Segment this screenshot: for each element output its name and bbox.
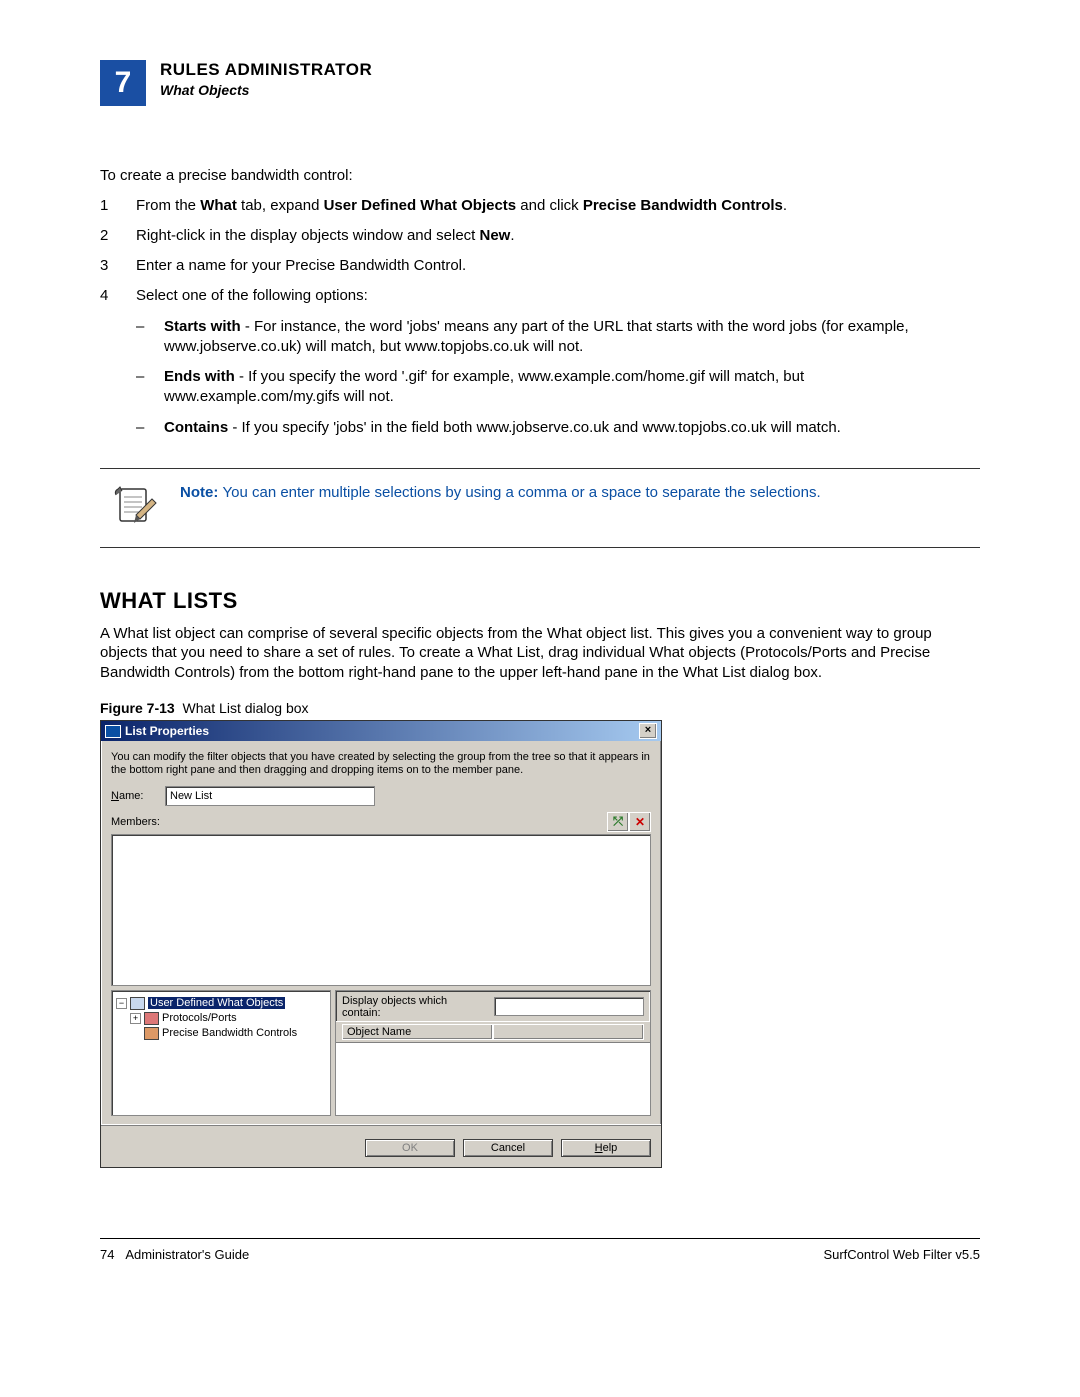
- bullet-dash: –: [136, 418, 150, 438]
- bullet-dash: –: [136, 367, 150, 408]
- note-box: Note: You can enter multiple selections …: [100, 468, 980, 548]
- dialog-titlebar[interactable]: List Properties ×: [101, 721, 661, 741]
- column-header-empty[interactable]: [493, 1024, 644, 1040]
- list-properties-dialog: List Properties × You can modify the fil…: [100, 720, 662, 1167]
- filter-input[interactable]: [494, 997, 644, 1016]
- objects-list[interactable]: [336, 1043, 650, 1115]
- step-number: 4: [100, 286, 118, 448]
- page-footer: 74 Administrator's Guide SurfControl Web…: [100, 1238, 980, 1262]
- objects-list-pane: Display objects which contain: Object Na…: [335, 990, 651, 1116]
- option-text: Starts with - For instance, the word 'jo…: [164, 317, 980, 358]
- options-sublist: – Starts with - For instance, the word '…: [136, 317, 980, 438]
- intro-text: To create a precise bandwidth control:: [100, 166, 980, 186]
- section-heading: WHAT LISTS: [100, 588, 980, 614]
- dialog-description: You can modify the filter objects that y…: [111, 751, 651, 777]
- step-text: Select one of the following options:: [136, 287, 368, 304]
- step-text: Enter a name for your Precise Bandwidth …: [136, 256, 466, 276]
- remove-member-icon[interactable]: ✕: [629, 812, 651, 832]
- protocols-icon: [144, 1012, 159, 1025]
- tree-item-bandwidth[interactable]: Precise Bandwidth Controls: [162, 1027, 297, 1039]
- tree-expand-icon[interactable]: +: [130, 1013, 141, 1024]
- object-tree[interactable]: − User Defined What Objects + Protocols/…: [111, 990, 331, 1116]
- add-member-icon[interactable]: ⤱: [607, 812, 629, 832]
- column-header-object-name[interactable]: Object Name: [342, 1024, 493, 1040]
- step-text: From the What tab, expand User Defined W…: [136, 196, 787, 216]
- members-pane[interactable]: [111, 834, 651, 986]
- close-icon[interactable]: ×: [639, 723, 657, 739]
- step-number: 1: [100, 196, 118, 216]
- step-number: 2: [100, 226, 118, 246]
- name-input[interactable]: [165, 786, 375, 806]
- tree-root[interactable]: User Defined What Objects: [148, 997, 285, 1009]
- ok-button[interactable]: OK: [365, 1139, 455, 1157]
- option-text: Ends with - If you specify the word '.gi…: [164, 367, 980, 408]
- step-text: Right-click in the display objects windo…: [136, 226, 515, 246]
- steps-list: 1 From the What tab, expand User Defined…: [100, 196, 980, 448]
- name-label: Name:: [111, 790, 157, 802]
- bandwidth-icon: [144, 1027, 159, 1040]
- cancel-button[interactable]: Cancel: [463, 1139, 553, 1157]
- dialog-title: List Properties: [125, 724, 209, 738]
- folder-icon: [130, 997, 145, 1010]
- chapter-subtitle: What Objects: [160, 82, 372, 98]
- chapter-number-badge: 7: [100, 60, 146, 106]
- footer-left: 74 Administrator's Guide: [100, 1247, 249, 1262]
- option-text: Contains - If you specify 'jobs' in the …: [164, 418, 841, 438]
- note-icon: [110, 483, 160, 533]
- note-text: Note: You can enter multiple selections …: [180, 483, 821, 503]
- step-number: 3: [100, 256, 118, 276]
- filter-label: Display objects which contain:: [342, 995, 488, 1019]
- tree-item-protocols[interactable]: Protocols/Ports: [162, 1012, 237, 1024]
- section-body: A What list object can comprise of sever…: [100, 624, 980, 683]
- bullet-dash: –: [136, 317, 150, 358]
- tree-collapse-icon[interactable]: −: [116, 998, 127, 1009]
- chapter-title: RULES ADMINISTRATOR: [160, 60, 372, 80]
- members-label: Members:: [111, 816, 160, 828]
- page-header: 7 RULES ADMINISTRATOR What Objects: [100, 60, 980, 106]
- figure-caption: Figure 7-13 What List dialog box: [100, 700, 980, 716]
- footer-right: SurfControl Web Filter v5.5: [823, 1247, 980, 1262]
- dialog-title-icon: [105, 725, 121, 738]
- help-button[interactable]: Help: [561, 1139, 651, 1157]
